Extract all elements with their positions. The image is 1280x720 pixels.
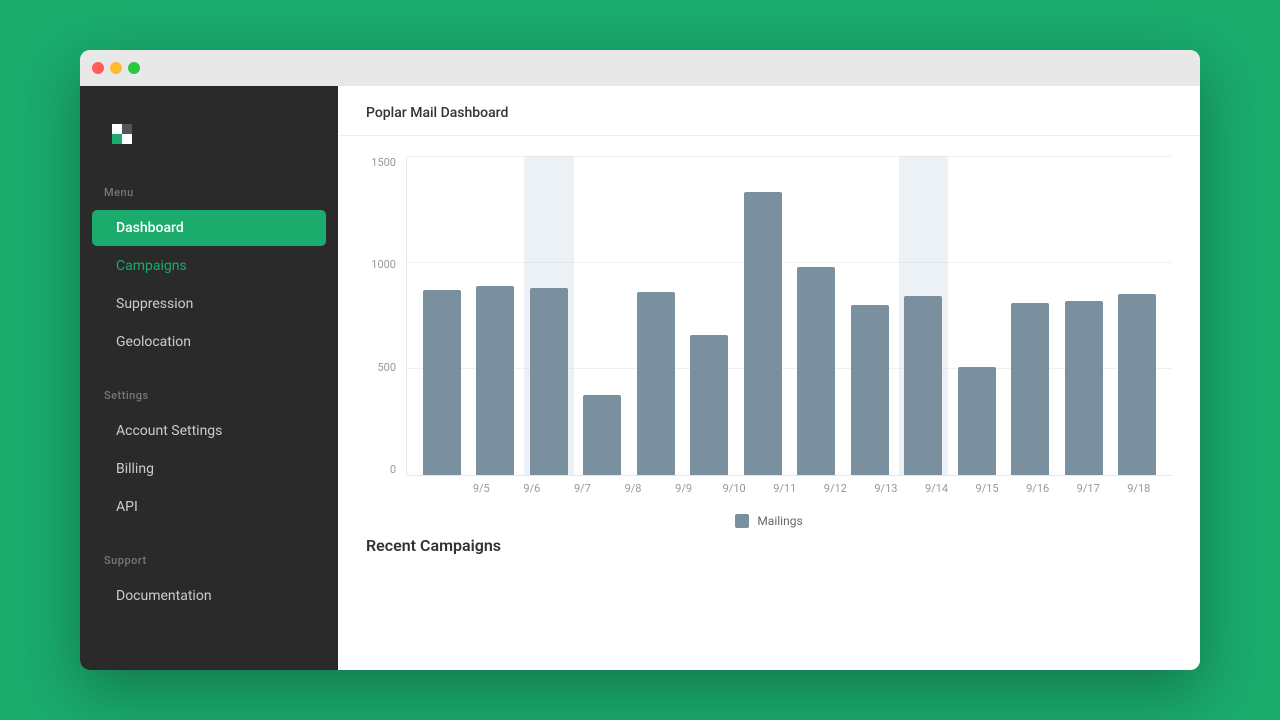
bar-group-9-8 xyxy=(578,156,628,475)
bar-9-5 xyxy=(423,290,461,475)
sidebar-item-billing[interactable]: Billing xyxy=(92,451,326,487)
bar-9-18 xyxy=(1118,294,1156,475)
y-axis: 1500 1000 500 0 xyxy=(366,156,396,476)
sidebar-item-geolocation[interactable]: Geolocation xyxy=(92,324,326,360)
sidebar-section-menu-label: Menu xyxy=(80,186,338,209)
sidebar-item-dashboard-label: Dashboard xyxy=(116,220,184,236)
bar-group-9-18 xyxy=(1113,156,1163,475)
bar-9-13 xyxy=(851,305,889,475)
main-header: Poplar Mail Dashboard xyxy=(338,86,1200,136)
sidebar-section-settings-label: Settings xyxy=(80,389,338,412)
x-label-9-14: 9/14 xyxy=(913,482,960,495)
sidebar: Menu Dashboard Campaigns Suppression Geo… xyxy=(80,86,338,670)
bar-group-9-5 xyxy=(417,156,467,475)
logo-area xyxy=(80,106,338,186)
x-label-9-11: 9/11 xyxy=(761,482,808,495)
bar-group-9-14 xyxy=(899,156,949,475)
bar-9-8 xyxy=(583,395,621,475)
x-label-9-12: 9/12 xyxy=(812,482,859,495)
maximize-button[interactable] xyxy=(128,62,140,74)
legend-color-box xyxy=(735,514,749,528)
x-label-9-6: 9/6 xyxy=(509,482,556,495)
bars-container xyxy=(407,156,1172,475)
close-button[interactable] xyxy=(92,62,104,74)
x-label-9-17: 9/17 xyxy=(1065,482,1112,495)
sidebar-item-suppression[interactable]: Suppression xyxy=(92,286,326,322)
bar-group-9-11 xyxy=(738,156,788,475)
x-label-9-9: 9/9 xyxy=(660,482,707,495)
window-body: Menu Dashboard Campaigns Suppression Geo… xyxy=(80,86,1200,670)
y-label-1500: 1500 xyxy=(366,156,396,169)
main-content: Poplar Mail Dashboard 1500 1000 500 0 xyxy=(338,86,1200,670)
x-label-9-18: 9/18 xyxy=(1116,482,1163,495)
sidebar-item-geolocation-label: Geolocation xyxy=(116,334,191,350)
x-labels: 9/59/69/79/89/99/109/119/129/139/149/159… xyxy=(448,476,1172,495)
bar-group-9-12 xyxy=(792,156,842,475)
bar-9-7 xyxy=(530,288,568,475)
chart-container: 1500 1000 500 0 xyxy=(366,156,1172,516)
sidebar-item-api-label: API xyxy=(116,499,138,515)
sidebar-item-campaigns-label: Campaigns xyxy=(116,258,187,274)
x-label-9-13: 9/13 xyxy=(863,482,910,495)
bar-9-6 xyxy=(476,286,514,475)
y-label-0: 0 xyxy=(366,463,396,476)
x-label-9-15: 9/15 xyxy=(964,482,1011,495)
sidebar-item-documentation[interactable]: Documentation xyxy=(92,578,326,614)
sidebar-item-billing-label: Billing xyxy=(116,461,154,477)
x-label-9-8: 9/8 xyxy=(610,482,657,495)
bar-9-12 xyxy=(797,267,835,475)
bar-group-9-9 xyxy=(631,156,681,475)
x-label-9-16: 9/16 xyxy=(1014,482,1061,495)
sidebar-item-api[interactable]: API xyxy=(92,489,326,525)
bar-group-9-6 xyxy=(471,156,521,475)
bar-group-9-13 xyxy=(845,156,895,475)
bar-group-9-17 xyxy=(1059,156,1109,475)
titlebar xyxy=(80,50,1200,86)
chart-plot-area xyxy=(406,156,1172,476)
bar-group-9-16 xyxy=(1006,156,1056,475)
bar-9-17 xyxy=(1065,301,1103,475)
bar-9-15 xyxy=(958,367,996,475)
chart-legend: Mailings xyxy=(366,514,1172,528)
sidebar-item-documentation-label: Documentation xyxy=(116,588,212,604)
sidebar-section-support-label: Support xyxy=(80,554,338,577)
sidebar-item-campaigns[interactable]: Campaigns xyxy=(92,248,326,284)
minimize-button[interactable] xyxy=(110,62,122,74)
chart-section: 1500 1000 500 0 xyxy=(338,136,1200,526)
x-label-9-7: 9/7 xyxy=(559,482,606,495)
app-window: Menu Dashboard Campaigns Suppression Geo… xyxy=(80,50,1200,670)
traffic-lights xyxy=(92,62,140,74)
sidebar-item-account-settings[interactable]: Account Settings xyxy=(92,413,326,449)
app-logo xyxy=(104,116,140,152)
y-label-500: 500 xyxy=(366,361,396,374)
recent-campaigns-title: Recent Campaigns xyxy=(366,536,1172,555)
recent-campaigns-section: Recent Campaigns xyxy=(338,526,1200,585)
x-label-9-5: 9/5 xyxy=(458,482,505,495)
sidebar-item-suppression-label: Suppression xyxy=(116,296,193,312)
sidebar-item-account-settings-label: Account Settings xyxy=(116,423,222,439)
bar-9-10 xyxy=(690,335,728,475)
page-title: Poplar Mail Dashboard xyxy=(366,105,508,121)
bar-9-9 xyxy=(637,292,675,475)
bar-group-9-10 xyxy=(685,156,735,475)
x-label-9-10: 9/10 xyxy=(711,482,758,495)
bar-9-16 xyxy=(1011,303,1049,475)
legend-label: Mailings xyxy=(757,514,802,528)
bar-9-14 xyxy=(904,296,942,475)
sidebar-item-dashboard[interactable]: Dashboard xyxy=(92,210,326,246)
bar-group-9-15 xyxy=(952,156,1002,475)
y-label-1000: 1000 xyxy=(366,258,396,271)
bar-9-11 xyxy=(744,192,782,475)
bar-group-9-7 xyxy=(524,156,574,475)
